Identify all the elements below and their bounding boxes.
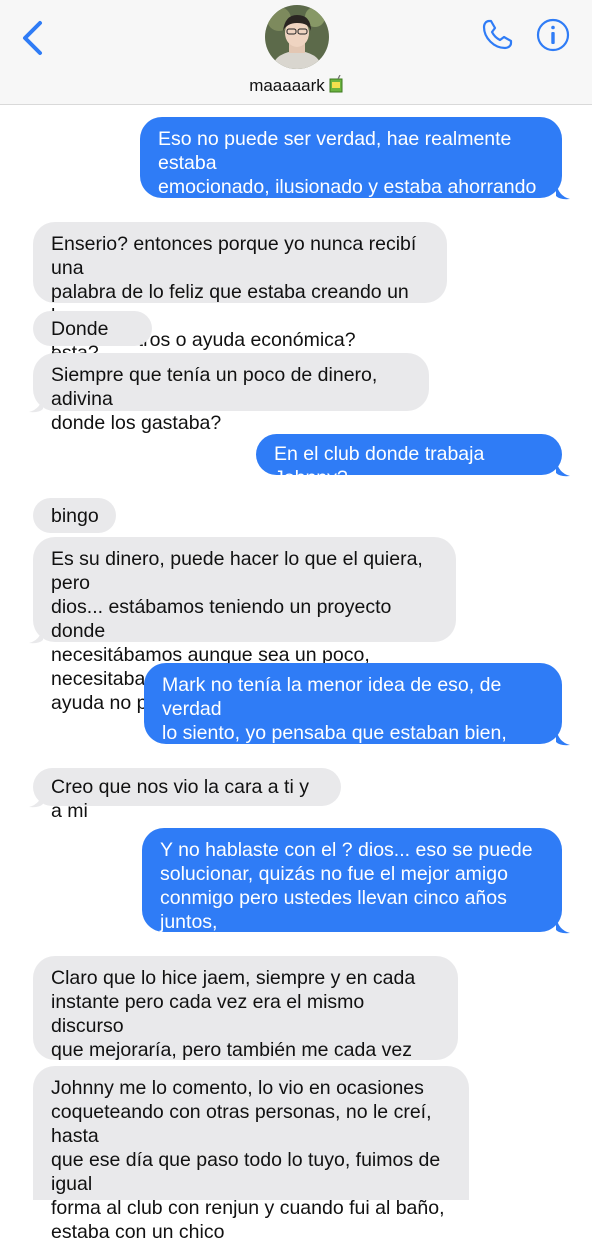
contact-name[interactable]: maaaaark [0, 74, 592, 98]
received-message[interactable]: Enserio? entonces porque yo nunca recibí… [33, 222, 447, 351]
bubble-tail [556, 728, 570, 746]
sent-message[interactable]: Eso no puede ser verdad, hae realmente e… [140, 117, 562, 222]
conversation-header: maaaaark [0, 0, 592, 105]
received-message[interactable]: bingo [33, 498, 116, 533]
bubble-tail [29, 395, 43, 413]
sent-message[interactable]: Y no hablaste con el ? dios... eso se pu… [142, 828, 562, 957]
received-message[interactable]: Donde esta? [33, 311, 152, 364]
bubble-tail [556, 916, 570, 934]
received-message[interactable]: Johnny me lo comento, lo vio en ocasione… [33, 1066, 469, 1243]
received-message[interactable]: Es su dinero, puede hacer lo que el quie… [33, 537, 456, 714]
avatar[interactable] [265, 5, 329, 69]
received-message[interactable]: Siempre que tenía un poco de dinero, adi… [33, 353, 429, 434]
contact-name-label: maaaaark [249, 76, 325, 95]
bubble-tail [29, 626, 43, 644]
received-message[interactable]: Claro que lo hice jaem, siempre y en cad… [33, 956, 458, 1109]
chevron-left-icon[interactable] [18, 20, 48, 56]
bubble-tail [556, 182, 570, 200]
bubble-tail [556, 459, 570, 477]
phone-icon[interactable] [478, 16, 516, 54]
bubble-tail [29, 790, 43, 808]
sent-message[interactable]: Mark no tenía la menor idea de eso, de v… [144, 663, 562, 792]
juice-box-icon [329, 74, 343, 98]
received-message[interactable]: Creo que nos vio la cara a ti y a mi [33, 768, 341, 822]
info-icon[interactable] [534, 16, 572, 54]
sent-message[interactable]: En el club donde trabaja Johnny? [256, 434, 562, 489]
